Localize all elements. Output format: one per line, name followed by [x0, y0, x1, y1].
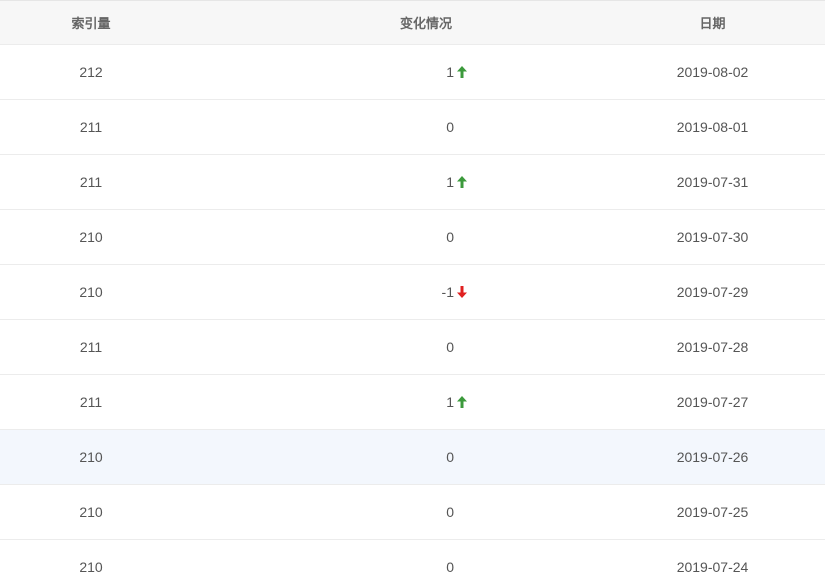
date-cell: 2019-07-28 — [676, 339, 749, 355]
table-row[interactable]: 210 0 2019-07-24 — [0, 540, 825, 582]
no-change-spacer — [456, 340, 468, 354]
index-count-cell: 211 — [79, 174, 103, 190]
arrow-up-icon — [456, 65, 468, 79]
index-table: 索引量 变化情况 日期 212 1 2019-08-02 211 0 2019-08-01… — [0, 0, 825, 582]
arrow-up-icon — [456, 175, 468, 189]
date-cell: 2019-07-25 — [676, 504, 749, 520]
change-value-group: 0 — [404, 504, 468, 520]
date-cell: 2019-07-29 — [676, 284, 749, 300]
change-cell: 0 — [300, 540, 600, 582]
change-value-group: 0 — [404, 559, 468, 575]
no-change-spacer — [456, 505, 468, 519]
change-cell: 0 — [300, 320, 600, 374]
index-count-cell: 211 — [79, 394, 103, 410]
table-row[interactable]: 210 0 2019-07-26 — [0, 430, 825, 485]
index-count-cell: 210 — [79, 559, 103, 575]
no-change-spacer — [456, 120, 468, 134]
change-cell: 1 — [300, 155, 600, 209]
change-cell: 0 — [300, 210, 600, 264]
change-cell: 0 — [300, 100, 600, 154]
change-value: 1 — [446, 394, 454, 410]
table-row[interactable]: 211 1 2019-07-27 — [0, 375, 825, 430]
change-value: 1 — [446, 174, 454, 190]
header-index-count[interactable]: 索引量 — [0, 1, 182, 44]
no-change-spacer — [456, 230, 468, 244]
table-header: 索引量 变化情况 日期 — [0, 1, 825, 45]
change-value: 0 — [446, 229, 454, 245]
change-cell: -1 — [300, 265, 600, 319]
table-row[interactable]: 211 0 2019-08-01 — [0, 100, 825, 155]
no-change-spacer — [456, 560, 468, 574]
change-value-group: 1 — [404, 174, 468, 190]
change-cell: 1 — [300, 45, 600, 99]
change-value-group: -1 — [404, 284, 468, 300]
index-count-cell: 210 — [79, 284, 103, 300]
table-row[interactable]: 212 1 2019-08-02 — [0, 45, 825, 100]
change-cell: 1 — [300, 375, 600, 429]
table-row[interactable]: 210 -1 2019-07-29 — [0, 265, 825, 320]
change-value: 0 — [446, 449, 454, 465]
date-cell: 2019-08-01 — [676, 119, 749, 135]
date-cell: 2019-07-31 — [676, 174, 749, 190]
header-date[interactable]: 日期 — [600, 1, 825, 44]
date-cell: 2019-07-26 — [676, 449, 749, 465]
change-value: 0 — [446, 339, 454, 355]
table-row[interactable]: 210 0 2019-07-30 — [0, 210, 825, 265]
change-value: 0 — [446, 119, 454, 135]
index-count-cell: 212 — [79, 64, 103, 80]
index-count-cell: 211 — [79, 119, 103, 135]
table-row[interactable]: 211 1 2019-07-31 — [0, 155, 825, 210]
index-count-cell: 210 — [79, 449, 103, 465]
change-value-group: 1 — [404, 394, 468, 410]
change-value-group: 0 — [404, 449, 468, 465]
header-change[interactable]: 变化情况 — [276, 1, 576, 44]
change-value: 1 — [446, 64, 454, 80]
date-cell: 2019-07-30 — [676, 229, 749, 245]
change-value-group: 0 — [404, 119, 468, 135]
date-cell: 2019-07-24 — [676, 559, 749, 575]
change-value: 0 — [446, 504, 454, 520]
date-cell: 2019-07-27 — [676, 394, 749, 410]
change-value-group: 0 — [404, 229, 468, 245]
index-count-cell: 210 — [79, 229, 103, 245]
arrow-up-icon — [456, 395, 468, 409]
change-cell: 0 — [300, 485, 600, 539]
date-cell: 2019-08-02 — [676, 64, 749, 80]
table-row[interactable]: 211 0 2019-07-28 — [0, 320, 825, 375]
index-count-cell: 211 — [79, 339, 103, 355]
change-value-group: 1 — [404, 64, 468, 80]
index-count-cell: 210 — [79, 504, 103, 520]
table-body: 212 1 2019-08-02 211 0 2019-08-01 211 1 2019-07-… — [0, 45, 825, 582]
change-value: 0 — [446, 559, 454, 575]
table-row[interactable]: 210 0 2019-07-25 — [0, 485, 825, 540]
arrow-down-icon — [456, 285, 468, 299]
change-value-group: 0 — [404, 339, 468, 355]
no-change-spacer — [456, 450, 468, 464]
change-cell: 0 — [300, 430, 600, 484]
change-value: -1 — [441, 284, 454, 300]
